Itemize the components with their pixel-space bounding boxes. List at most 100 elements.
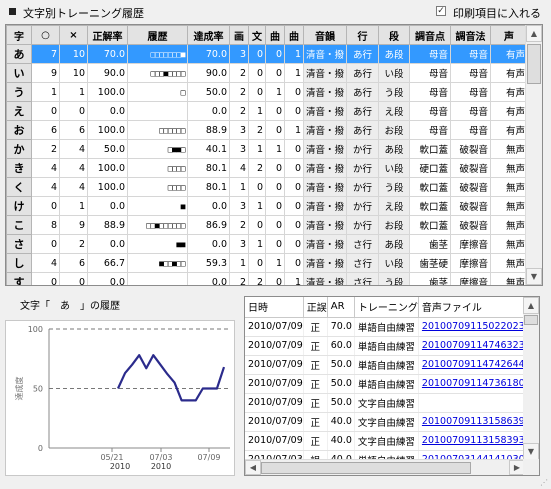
table-row[interactable]: し 4 6 66.7 ■□□■□□ 59.3 1 0 1 0 清音・撥 さ行 い段 歯茎硬 摩擦音 無声 [6, 253, 529, 273]
print-items-label[interactable]: 印刷項目に入れる [453, 5, 541, 21]
table-cell: 無声 [490, 272, 529, 285]
table-cell: 3 [229, 234, 249, 254]
log-scroll-left-icon[interactable]: ◀ [245, 460, 261, 475]
table-row[interactable]: け 0 1 0.0 ■ 0.0 3 1 0 0 清音・撥 か行 え段 軟口蓋 破裂音 無声 [6, 196, 529, 216]
table-cell: い段 [378, 158, 411, 178]
column-header[interactable]: 曲 [265, 25, 285, 45]
log-column-header[interactable]: トレーニング [354, 297, 419, 318]
column-header[interactable]: × [59, 25, 88, 45]
table-row[interactable]: え 0 0 0.0 0.0 2 1 0 0 清音・撥 あ行 え段 母音 母音 有声 [6, 101, 529, 121]
log-row[interactable]: 2010/07/09正40.0文字自由練習20100709113158639あ [245, 412, 539, 432]
log-column-header[interactable]: 音声ファイル [418, 297, 526, 318]
column-header[interactable]: 行 [346, 25, 380, 45]
log-row[interactable]: 2010/07/09正50.0単語自由練習20100709114742644あ [245, 355, 539, 375]
table-cell: 0 [265, 101, 285, 121]
table-cell: 0.0 [87, 234, 128, 254]
table-row[interactable]: く 4 4 100.0 □□□□ 80.1 1 0 0 0 清音・撥 か行 う段 軟口蓋 破裂音 無声 [6, 177, 529, 197]
column-header[interactable]: 音韻 [302, 25, 348, 45]
table-vertical-scrollbar[interactable]: ▲ ▼ [525, 25, 542, 285]
table-cell: 母音 [450, 44, 492, 64]
log-row[interactable]: 2010/07/09正60.0単語自由練習20100709114746323あ [245, 336, 539, 356]
table-cell: 軟口蓋 [409, 139, 452, 159]
table-row[interactable]: い 9 10 90.0 □□□■□□□□ 90.0 2 0 0 1 清音・撥 あ行 い段 母音 母音 有声 [6, 63, 529, 83]
column-header[interactable]: 字 [6, 25, 32, 45]
table-row[interactable]: き 4 4 100.0 □□□□ 80.1 4 2 0 0 清音・撥 か行 い段 硬口蓋 破裂音 無声 [6, 158, 529, 178]
log-scroll-thumb[interactable] [524, 315, 538, 325]
resize-grip-icon[interactable]: ⋰ [540, 478, 550, 488]
column-header[interactable]: 画 [229, 25, 249, 45]
log-row[interactable]: 2010/07/09正70.0単語自由練習20100709115022023あ [245, 317, 539, 337]
audio-file-link[interactable]: 20100709114742644 [418, 355, 526, 375]
table-cell: 40.1 [187, 139, 230, 159]
table-row[interactable]: さ 0 2 0.0 ■■ 0.0 3 1 0 0 清音・撥 さ行 あ段 歯茎 摩擦音 無声 [6, 234, 529, 254]
log-row[interactable]: 2010/07/09正50.0単語自由練習20100709114736180あ [245, 374, 539, 394]
table-cell: 1 [265, 253, 285, 273]
x-tick-label: 05/21 [100, 453, 123, 462]
log-vertical-scrollbar[interactable]: ▲ ▼ [523, 297, 539, 460]
table-cell: あ行 [346, 63, 380, 83]
table-cell: 0 [265, 63, 285, 83]
table-row[interactable]: す 0 0 0.0 0.0 2 2 0 1 清音・撥 さ行 う段 歯茎 摩擦音 無声 [6, 272, 529, 285]
table-cell: お段 [378, 120, 411, 140]
history-cell [127, 101, 188, 121]
table-cell: 0 [284, 196, 304, 216]
column-header[interactable]: 声 [490, 25, 529, 45]
table-cell: 0.0 [87, 272, 128, 285]
column-header[interactable]: 履歴 [127, 25, 188, 45]
log-cell: 正 [303, 431, 328, 451]
table-cell: 無声 [490, 215, 529, 235]
scroll-up-icon[interactable]: ▲ [526, 25, 542, 42]
column-header[interactable]: 曲 [284, 25, 304, 45]
table-cell: 無声 [490, 139, 529, 159]
table-row[interactable]: か 2 4 50.0 □■■□ 40.1 3 1 1 0 清音・撥 か行 あ段 軟口蓋 破裂音 無声 [6, 139, 529, 159]
column-header[interactable]: 調音点 [409, 25, 452, 45]
log-column-header[interactable]: AR [327, 297, 355, 318]
scroll-down-icon[interactable]: ▼ [526, 268, 542, 285]
table-row[interactable]: こ 8 9 88.9 □□■□□□□□□ 86.9 2 0 0 0 清音・撥 か行 お段 軟口蓋 破裂音 無声 [6, 215, 529, 235]
log-row[interactable]: 2010/07/09正40.0文字自由練習20100709113158393あ [245, 431, 539, 451]
table-cell: 2 [229, 272, 249, 285]
column-header[interactable]: 達成率 [187, 25, 230, 45]
audio-file-link[interactable]: 20100709115022023 [418, 317, 526, 337]
row-header-char: く [6, 177, 32, 197]
scroll-thumb[interactable] [527, 44, 541, 84]
log-table: 日時正誤ARトレーニング音声ファイル備 2010/07/09正70.0単語自由練… [245, 297, 539, 475]
audio-file-link[interactable]: 20100709114746323 [418, 336, 526, 356]
table-row[interactable]: あ 7 10 70.0 □□□□□□□■ 70.0 3 0 0 1 清音・撥 あ行 あ段 母音 母音 有声 [6, 44, 529, 64]
table-cell: 破裂音 [450, 177, 492, 197]
print-items-checkbox[interactable]: ✓ [436, 6, 446, 16]
table-cell: 0 [265, 120, 285, 140]
log-horizontal-scrollbar[interactable]: ◀ ▶ [245, 459, 525, 475]
column-header[interactable]: 段 [378, 25, 411, 45]
audio-file-link[interactable] [418, 393, 526, 413]
row-header-char: し [6, 253, 32, 273]
table-cell: 清音・撥 [302, 44, 348, 64]
log-column-header[interactable]: 正誤 [303, 297, 328, 318]
table-row[interactable]: お 6 6 100.0 □□□□□□ 88.9 3 2 0 1 清音・撥 あ行 お段 母音 母音 有声 [6, 120, 529, 140]
table-cell: 清音・撥 [302, 253, 348, 273]
table-row[interactable]: う 1 1 100.0 □ 50.0 2 0 1 0 清音・撥 あ行 う段 母音 母音 有声 [6, 82, 529, 102]
table-cell: 0.0 [187, 234, 230, 254]
table-cell: 6 [59, 120, 88, 140]
table-cell: 4 [31, 158, 60, 178]
column-header[interactable]: 文 [248, 25, 266, 45]
column-header[interactable]: ○ [31, 25, 60, 45]
log-cell: 正 [303, 336, 328, 356]
audio-file-link[interactable]: 20100709114736180 [418, 374, 526, 394]
table-cell: 清音・撥 [302, 158, 348, 178]
log-row[interactable]: 2010/07/09正50.0文字自由練習あ [245, 393, 539, 413]
scroll-corner [523, 459, 539, 475]
table-cell: 2 [229, 215, 249, 235]
character-table: 字 ○ × 正解率 履歴 達成率画文曲曲音韻行段調音点 調音法声 あ 7 10 70.0 □□□□□… [6, 25, 529, 285]
log-column-header[interactable]: 日時 [245, 297, 304, 318]
table-cell: 10 [59, 63, 88, 83]
column-header[interactable]: 調音法 [450, 25, 492, 45]
table-cell: 7 [31, 44, 60, 64]
table-cell: 無声 [490, 177, 529, 197]
audio-file-link[interactable]: 20100709113158639 [418, 412, 526, 432]
column-header[interactable]: 正解率 [87, 25, 128, 45]
audio-file-link[interactable]: 20100709113158393 [418, 431, 526, 451]
log-scroll-up-icon[interactable]: ▲ [523, 297, 539, 314]
log-scroll-down-icon[interactable]: ▼ [523, 443, 539, 460]
log-hscroll-thumb[interactable] [261, 462, 471, 474]
